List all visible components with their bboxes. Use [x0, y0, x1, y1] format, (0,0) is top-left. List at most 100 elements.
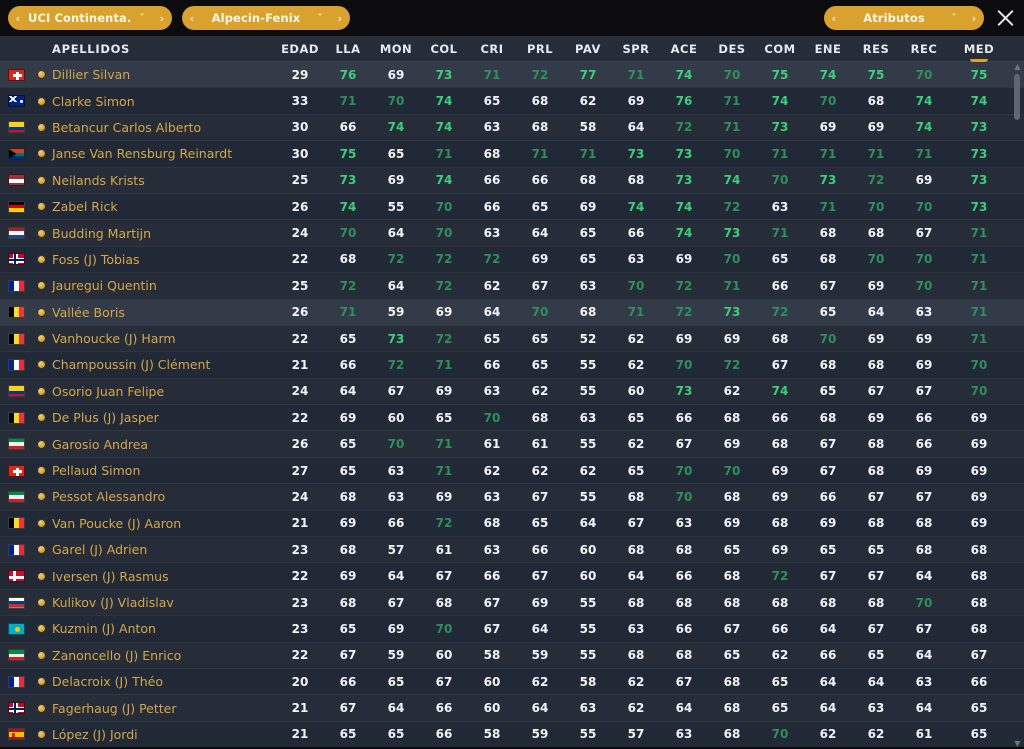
rider-name[interactable]: Zabel Rick: [50, 199, 276, 214]
next-team-icon[interactable]: ›: [330, 13, 350, 24]
column-header-prl[interactable]: PRL: [516, 42, 564, 56]
table-row[interactable]: Foss (J) Tobias 22 68 72 72 72 69 65 63 69 70 65 68 7…: [0, 246, 1024, 274]
rider-name[interactable]: Delacroix (J) Théo: [50, 674, 276, 689]
table-row[interactable]: Neilands Krists 25 73 69 74 66 66 68 68 73 74 70 73 7…: [0, 168, 1024, 194]
column-header-pav[interactable]: PAV: [564, 42, 612, 56]
table-row[interactable]: Osorio Juan Felipe 24 64 67 69 63 62 55 60 73 62 74…: [0, 379, 1024, 406]
prev-view-icon[interactable]: ‹: [824, 13, 844, 24]
rider-name[interactable]: Garel (J) Adrien: [50, 542, 276, 557]
league-selector[interactable]: ‹ UCI Continenta.. ˅ ›: [8, 6, 172, 30]
table-row[interactable]: Garel (J) Adrien 23 68 57 61 63 66 60 68 68 65 69 65…: [0, 537, 1024, 564]
chevron-down-icon[interactable]: ˅: [310, 13, 330, 24]
rider-name[interactable]: Pellaud Simon: [50, 463, 276, 478]
scrollbar-thumb[interactable]: [1014, 74, 1020, 120]
table-row[interactable]: Champoussin (J) Clément 21 66 72 71 66 65 55 62 7…: [0, 352, 1024, 379]
table-body: Dillier Silvan 29 76 69 73 71 72 77 71 74 70 75 74 75…: [0, 62, 1024, 749]
cell-ene: 68: [819, 595, 837, 610]
table-row[interactable]: Garosio Andrea 26 65 70 71 61 61 55 62 67 69 68 67 68…: [0, 431, 1024, 458]
rider-nationality: [0, 702, 32, 715]
cell-ace: 66: [675, 621, 693, 636]
scroll-up-icon[interactable]: ▲: [1013, 62, 1022, 72]
rider-name[interactable]: Janse Van Rensburg Reinardt: [50, 146, 276, 161]
column-header-edad[interactable]: EDAD: [276, 42, 324, 56]
next-league-icon[interactable]: ›: [152, 13, 172, 24]
rider-name[interactable]: Van Poucke (J) Aaron: [50, 516, 276, 531]
table-row[interactable]: Kuzmin (J) Anton 23 65 69 70 67 64 55 63 66 67 66 64…: [0, 616, 1024, 643]
cell-col: 67: [435, 674, 453, 689]
rider-name[interactable]: Neilands Krists: [50, 173, 276, 188]
table-row[interactable]: Dillier Silvan 29 76 69 73 71 72 77 71 74 70 75 74 75…: [0, 62, 1024, 89]
rider-name[interactable]: Budding Martijn: [50, 226, 276, 241]
table-row[interactable]: Clarke Simon 33 71 70 74 65 68 62 69 76 71 74 70 68 74…: [0, 88, 1024, 115]
cell-com: 72: [771, 305, 789, 320]
column-header-ene[interactable]: ENE: [804, 42, 852, 56]
table-row[interactable]: Vanhoucke (J) Harm 22 65 73 72 65 65 52 62 69 69 68…: [0, 326, 1024, 353]
table-row[interactable]: De Plus (J) Jasper 22 69 60 65 70 68 63 65 66 68 66…: [0, 405, 1024, 432]
column-header-des[interactable]: DES: [708, 42, 756, 56]
column-header-mon[interactable]: MON: [372, 42, 420, 56]
rider-name[interactable]: Jauregui Quentin: [50, 278, 276, 293]
chevron-down-icon[interactable]: ˅: [132, 13, 152, 24]
rider-name[interactable]: Betancur Carlos Alberto: [50, 120, 276, 135]
prev-team-icon[interactable]: ‹: [182, 13, 202, 24]
rider-name[interactable]: Fagerhaug (J) Petter: [50, 701, 276, 716]
table-row[interactable]: López (J) Jordi 21 65 65 66 58 59 55 57 63 68 70 62 6…: [0, 721, 1024, 749]
cell-ene: 66: [819, 489, 837, 504]
next-view-icon[interactable]: ›: [964, 13, 984, 24]
rider-name[interactable]: Kuzmin (J) Anton: [50, 621, 276, 636]
column-header-col[interactable]: COL: [420, 42, 468, 56]
table-row[interactable]: Delacroix (J) Théo 20 66 65 67 60 62 58 62 67 68 65…: [0, 668, 1024, 696]
column-header-res[interactable]: RES: [852, 42, 900, 56]
table-row[interactable]: Kulikov (J) Vladislav 23 68 67 68 67 69 55 68 68 6…: [0, 590, 1024, 617]
rider-name[interactable]: Dillier Silvan: [50, 67, 276, 82]
table-row[interactable]: Zanoncello (J) Enrico 22 67 59 60 58 59 55 68 68 6…: [0, 643, 1024, 669]
column-header-com[interactable]: COM: [756, 42, 804, 56]
rider-name[interactable]: Osorio Juan Felipe: [50, 384, 276, 399]
table-row[interactable]: Iversen (J) Rasmus 22 69 64 67 66 67 60 64 66 68 72…: [0, 563, 1024, 590]
view-selector[interactable]: ‹ Atributos ˅ ›: [824, 6, 984, 30]
cell-cri: 63: [483, 120, 501, 135]
cell-rec: 69: [915, 357, 933, 372]
column-header-spr[interactable]: SPR: [612, 42, 660, 56]
rider-name[interactable]: López (J) Jordi: [50, 727, 276, 742]
rider-name[interactable]: Zanoncello (J) Enrico: [50, 648, 276, 663]
table-row[interactable]: Fagerhaug (J) Petter 21 67 64 66 60 64 63 62 64 68…: [0, 695, 1024, 722]
vertical-scrollbar[interactable]: ▲ ▼: [1013, 62, 1022, 749]
rider-name[interactable]: Vallée Boris: [50, 305, 276, 320]
rider-name[interactable]: Pessot Alessandro: [50, 489, 276, 504]
column-header-name[interactable]: APELLIDOS: [50, 42, 276, 56]
rider-status: [32, 122, 50, 132]
table-row[interactable]: Jauregui Quentin 25 72 64 72 62 67 63 70 72 71 66 67…: [0, 273, 1024, 300]
prev-league-icon[interactable]: ‹: [8, 13, 28, 24]
table-row[interactable]: Betancur Carlos Alberto 30 66 74 74 63 68 58 64 7…: [0, 115, 1024, 142]
column-header-ace[interactable]: ACE: [660, 42, 708, 56]
cell-rec: 69: [915, 173, 933, 188]
rider-name[interactable]: Clarke Simon: [50, 94, 276, 109]
column-header-cri[interactable]: CRI: [468, 42, 516, 56]
table-row[interactable]: Zabel Rick 26 74 55 70 66 65 69 74 74 72 63 71 70 70 73: [0, 193, 1024, 221]
cell-des: 65: [723, 648, 741, 663]
close-icon[interactable]: [988, 0, 1022, 36]
rider-name[interactable]: Vanhoucke (J) Harm: [50, 331, 276, 346]
column-header-lla[interactable]: LLA: [324, 42, 372, 56]
table-row[interactable]: Pellaud Simon 27 65 63 71 62 62 62 65 70 70 69 67 68 6…: [0, 457, 1024, 485]
team-selector[interactable]: ‹ Alpecin-Fenix ˅ ›: [182, 6, 350, 30]
cell-mon: 64: [387, 278, 405, 293]
cell-med: 73: [970, 173, 988, 188]
flag-no-icon: [7, 253, 25, 266]
column-header-med[interactable]: MED: [948, 42, 1010, 62]
rider-name[interactable]: Kulikov (J) Vladislav: [50, 595, 276, 610]
table-row[interactable]: Pessot Alessandro 24 68 63 69 63 67 55 68 70 68 69 6…: [0, 484, 1024, 511]
table-row[interactable]: Janse Van Rensburg Reinardt 30 75 65 71 68 71 7…: [0, 141, 1024, 168]
column-header-rec[interactable]: REC: [900, 42, 948, 56]
table-row[interactable]: Van Poucke (J) Aaron 21 69 66 72 68 65 64 67 63 69…: [0, 510, 1024, 538]
rider-name[interactable]: De Plus (J) Jasper: [50, 410, 276, 425]
rider-name[interactable]: Champoussin (J) Clément: [50, 357, 276, 372]
table-row[interactable]: Vallée Boris 26 71 59 69 64 70 68 71 72 73 72 65 64 63…: [0, 299, 1024, 326]
rider-name[interactable]: Foss (J) Tobias: [50, 252, 276, 267]
rider-name[interactable]: Iversen (J) Rasmus: [50, 569, 276, 584]
cell-res: 68: [867, 437, 885, 452]
table-row[interactable]: Budding Martijn 24 70 64 70 63 64 65 66 74 73 71 68 6…: [0, 220, 1024, 247]
rider-name[interactable]: Garosio Andrea: [50, 437, 276, 452]
chevron-down-icon[interactable]: ˅: [944, 13, 964, 24]
